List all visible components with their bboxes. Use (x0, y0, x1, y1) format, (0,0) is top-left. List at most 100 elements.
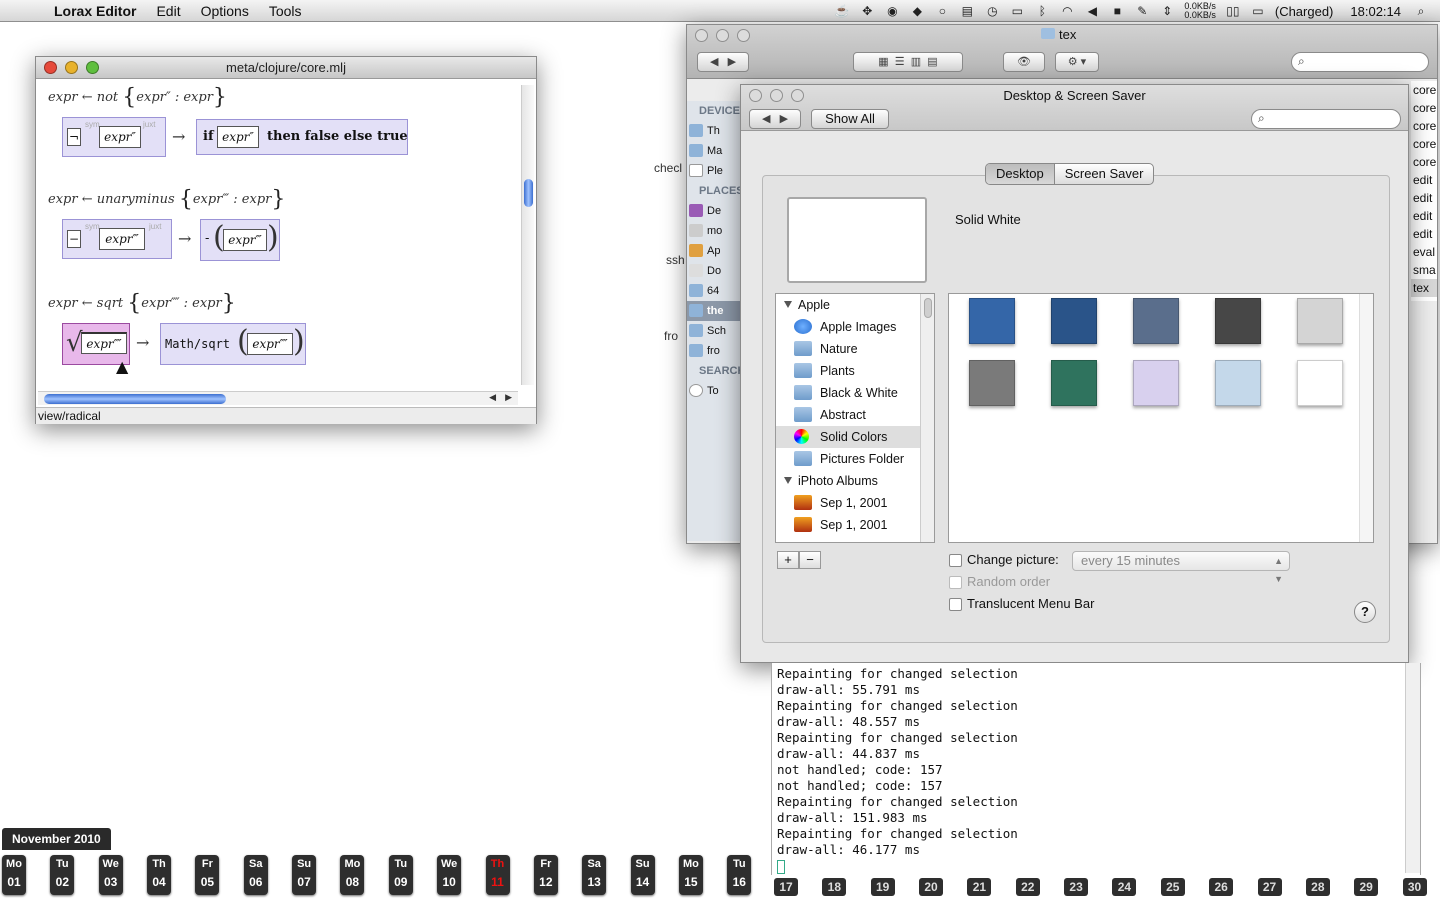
source-group-iphoto[interactable]: iPhoto Albums (776, 470, 934, 492)
calendar-day[interactable]: 18 (822, 878, 847, 896)
sidebar-item[interactable]: Th (687, 121, 743, 141)
calendar-day[interactable]: Fr 12 (533, 855, 558, 895)
desktop-label-fro[interactable]: fro (664, 329, 678, 343)
sidebar-item[interactable]: fro (687, 341, 743, 361)
swatch-grid-scrollbar[interactable] (1359, 294, 1373, 542)
color-swatch[interactable] (1051, 298, 1097, 344)
source-item[interactable]: Sep 1, 2001 (776, 514, 934, 536)
volume-icon[interactable]: ◀ (1084, 4, 1100, 18)
file-item[interactable]: core (1411, 99, 1437, 117)
sidebar-item[interactable]: Ma (687, 141, 743, 161)
display-icon[interactable]: ▭ (1009, 4, 1025, 18)
calendar-day[interactable]: 19 (870, 878, 895, 896)
battery-status[interactable]: (Charged) (1275, 4, 1334, 19)
source-item[interactable]: Black & White (776, 382, 934, 404)
sidebar-item[interactable]: 64 (687, 281, 743, 301)
memory-gauge-icon[interactable]: ▯▯ (1225, 4, 1241, 18)
calendar-day[interactable]: 20 (919, 878, 944, 896)
expr-var[interactable]: expr″ (99, 126, 141, 148)
desktop-label-ssh[interactable]: ssh (666, 253, 685, 267)
change-interval-select[interactable]: every 15 minutes ▲ ▼ (1072, 551, 1290, 584)
file-item[interactable]: edit (1411, 207, 1437, 225)
file-item[interactable]: eval (1411, 243, 1437, 261)
translucent-menubar-checkbox[interactable] (949, 598, 962, 611)
quick-look-button[interactable]: 👁 (1003, 52, 1045, 72)
sidebar-item[interactable]: Sch (687, 321, 743, 341)
calendar-day[interactable]: Tu 09 (388, 855, 413, 895)
coffee-icon[interactable]: ☕ (834, 4, 850, 18)
minus-operator[interactable]: − (67, 230, 81, 248)
calendar-day[interactable]: 28 (1305, 878, 1330, 896)
minimize-button[interactable] (65, 61, 78, 74)
rule-not-rhs[interactable]: if expr″ then false else true (196, 119, 408, 155)
sidebar-item[interactable]: mo (687, 221, 743, 241)
calendar-day[interactable]: Tu 02 (50, 855, 75, 895)
calendar-day[interactable]: Su 14 (630, 855, 655, 895)
back-forward-buttons[interactable]: ◀ ▶ (749, 109, 801, 129)
calendar-day[interactable]: Th 04 (147, 855, 172, 895)
scroll-thumb[interactable] (44, 394, 226, 404)
source-list-scrollbar[interactable] (920, 294, 934, 542)
color-swatch[interactable] (1215, 298, 1261, 344)
color-swatch[interactable] (969, 360, 1015, 406)
scroll-left-icon[interactable]: ◀ (489, 392, 496, 403)
source-group-apple[interactable]: Apple (776, 294, 934, 316)
menu-edit[interactable]: Edit (146, 3, 190, 19)
add-folder-button[interactable]: + (777, 551, 799, 569)
calendar-day[interactable]: 17 (774, 878, 798, 896)
file-item[interactable]: core (1411, 135, 1437, 153)
calendar-day[interactable]: 25 (1160, 878, 1185, 896)
calendar-day[interactable]: Fr 05 (195, 855, 220, 895)
close-button[interactable] (695, 29, 708, 42)
rule-sqrt-rhs[interactable]: Math/sqrt ( expr⁗ ) (160, 323, 306, 365)
menu-clock[interactable]: 18:02:14 (1342, 4, 1401, 19)
calendar-day[interactable]: 23 (1064, 878, 1089, 896)
color-swatch[interactable] (1215, 360, 1261, 406)
bluetooth-icon[interactable]: ᛒ (1034, 4, 1050, 18)
calendar-day[interactable]: 27 (1257, 878, 1282, 896)
calendar-day[interactable]: 26 (1209, 878, 1234, 896)
file-item[interactable]: tex (1411, 279, 1437, 297)
sidebar-item[interactable]: Do (687, 261, 743, 281)
prefs-search-input[interactable]: ⌕ (1251, 109, 1401, 129)
expr-var[interactable]: expr⁗ (247, 333, 293, 355)
calendar-day[interactable]: Tu 16 (727, 855, 752, 895)
source-item[interactable]: Plants (776, 360, 934, 382)
source-item[interactable]: Pictures Folder (776, 448, 934, 470)
source-item[interactable]: Sep 1, 2001 (776, 492, 934, 514)
calendar-day[interactable]: 21 (967, 878, 992, 896)
calendar-day[interactable]: 30 (1402, 878, 1427, 896)
move-icon[interactable]: ✥ (859, 4, 875, 18)
vertical-scrollbar[interactable] (521, 85, 534, 385)
sidebar-item[interactable]: Ple (687, 161, 743, 181)
sidebar-item[interactable]: De (687, 201, 743, 221)
file-item[interactable]: core (1411, 81, 1437, 99)
spotlight-search-icon[interactable]: ⌕ (1410, 4, 1426, 18)
scroll-thumb[interactable] (524, 179, 533, 207)
change-picture-checkbox[interactable] (949, 554, 962, 567)
expr-var[interactable]: expr⁗ (81, 332, 127, 354)
color-swatch[interactable] (1051, 360, 1097, 406)
color-swatch[interactable] (1297, 298, 1343, 344)
circle-icon[interactable]: ◉ (884, 4, 900, 18)
evernote-icon[interactable]: ◆ (909, 4, 925, 18)
file-item[interactable]: core (1411, 153, 1437, 171)
calendar-day[interactable]: Mo 15 (678, 855, 703, 895)
zoom-button[interactable] (737, 29, 750, 42)
source-item[interactable]: Abstract (776, 404, 934, 426)
calendar-day[interactable]: 29 (1354, 878, 1379, 896)
menu-options[interactable]: Options (191, 3, 259, 19)
color-swatch[interactable] (1133, 298, 1179, 344)
ring-icon[interactable]: ○ (934, 4, 950, 18)
console-scrollbar[interactable] (1405, 663, 1420, 873)
source-item-solid-colors[interactable]: Solid Colors (776, 426, 934, 448)
finder-search-input[interactable]: ⌕ (1291, 52, 1429, 72)
scroll-right-icon[interactable]: ▶ (505, 392, 512, 403)
pen-icon[interactable]: ✎ (1134, 4, 1150, 18)
calendar-day[interactable]: Sa 13 (582, 855, 607, 895)
sidebar-item[interactable]: the (687, 301, 743, 321)
wifi-icon[interactable]: ◠ (1059, 4, 1075, 18)
file-item[interactable]: edit (1411, 171, 1437, 189)
minimize-button[interactable] (716, 29, 729, 42)
rule-not-lhs[interactable]: ¬ sym juxt expr″ (62, 117, 166, 157)
